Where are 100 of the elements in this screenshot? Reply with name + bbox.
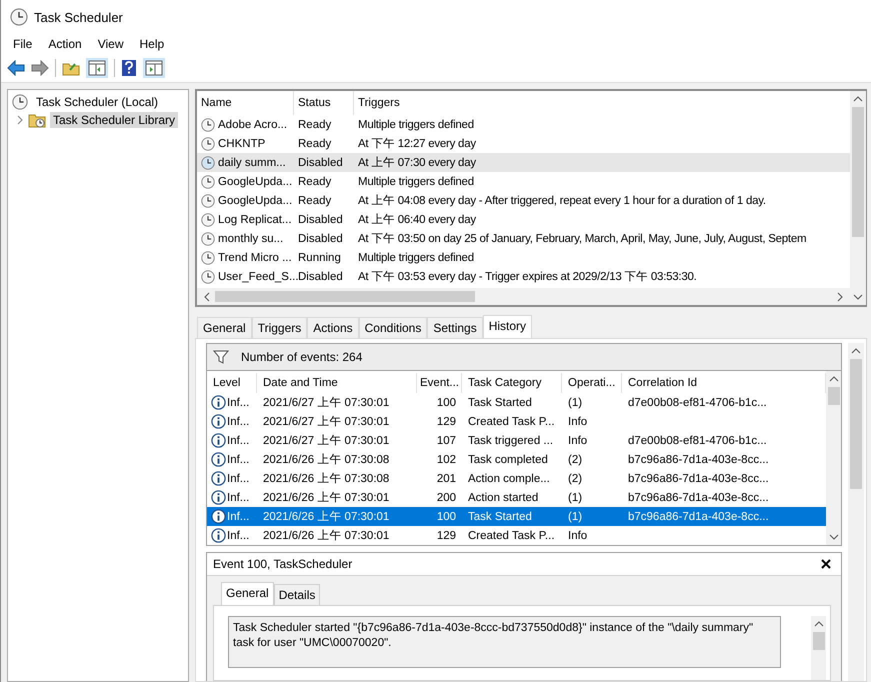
task-status: Ready bbox=[297, 194, 332, 206]
event-cell-text: 200 bbox=[436, 492, 457, 504]
event-cell-text: 102 bbox=[436, 454, 457, 466]
task-status: Ready bbox=[297, 138, 332, 150]
horizontal-scrollbar[interactable] bbox=[197, 288, 850, 305]
tree-item[interactable]: Task Scheduler Library bbox=[50, 112, 178, 128]
forward-arrow-icon[interactable] bbox=[31, 60, 49, 76]
tab[interactable]: History bbox=[482, 315, 532, 338]
event-row[interactable]: Inf... 2021/6/26 上午 07:30:01 200 Action started (1) b7c96a86-7d1a-403e-8cc... bbox=[207, 488, 826, 507]
event-level: Inf... bbox=[227, 472, 250, 484]
scrollbar-thumb[interactable] bbox=[215, 291, 475, 302]
vertical-scrollbar[interactable] bbox=[826, 371, 841, 545]
menu-item[interactable]: File bbox=[7, 37, 38, 51]
event-row[interactable]: Inf... 2021/6/26 上午 07:30:01 100 Task Started (1) b7c96a86-7d1a-403e-8cc... bbox=[207, 507, 826, 526]
task-name: monthly su... bbox=[218, 232, 284, 244]
tab[interactable]: Triggers bbox=[252, 317, 308, 338]
task-row[interactable]: Adobe Acro... Ready Multiple triggers defined bbox=[197, 115, 850, 134]
task-triggers: At 下午 12:27 every day bbox=[357, 137, 477, 151]
event-level: Inf... bbox=[227, 396, 250, 408]
event-cell-text: Action comple... bbox=[467, 472, 551, 484]
task-name: daily summ... bbox=[218, 156, 286, 168]
task-row[interactable]: monthly su... Disabled At 下午 03:50 on day 25 of January, February, March, April, May, June, July, August, Septem bbox=[197, 229, 850, 248]
task-status: Ready bbox=[297, 118, 332, 130]
clock-icon bbox=[201, 232, 215, 246]
event-row[interactable]: Inf... 2021/6/26 上午 07:30:08 201 Action comple... (2) b7c96a86-7d1a-403e-8cc... bbox=[207, 469, 826, 488]
vertical-scrollbar[interactable] bbox=[848, 343, 864, 681]
event-cell-text: 2021/6/27 上午 07:30:01 bbox=[262, 434, 390, 448]
task-row[interactable]: GoogleUpda... Ready At 上午 04:08 every day - After triggered, repeat every 1 hour for a duration of 1 day. bbox=[197, 191, 850, 210]
close-icon[interactable] bbox=[821, 559, 831, 569]
scroll-up-icon[interactable] bbox=[851, 347, 861, 355]
column-header[interactable]: Operati... bbox=[562, 373, 622, 393]
event-level: Inf... bbox=[227, 492, 250, 504]
event-level: Inf... bbox=[227, 416, 250, 428]
scrollbar-thumb[interactable] bbox=[828, 387, 840, 405]
clock-icon bbox=[201, 194, 215, 208]
scroll-right-icon[interactable] bbox=[836, 292, 844, 302]
event-cell-text: 201 bbox=[436, 472, 457, 484]
event-cell-text: 2021/6/26 上午 07:30:01 bbox=[262, 490, 390, 505]
panel-toggle-icon[interactable] bbox=[143, 58, 165, 78]
column-header[interactable]: Date and Time bbox=[257, 373, 417, 393]
menu-item[interactable]: Action bbox=[42, 37, 88, 51]
event-row[interactable]: Inf... 2021/6/26 上午 07:30:01 129 Created Task P... Info bbox=[207, 526, 826, 545]
tab[interactable]: Conditions bbox=[358, 317, 428, 338]
task-row[interactable]: User_Feed_S...Disabled At 下午 03:53 every day - Trigger expires at 2029/2/13 下午 03:53:30. bbox=[197, 267, 850, 286]
column-header[interactable]: Level bbox=[207, 373, 257, 393]
event-cell-text: Task completed bbox=[467, 454, 549, 466]
filter-icon[interactable] bbox=[213, 350, 229, 364]
scroll-up-icon[interactable] bbox=[828, 375, 838, 383]
column-header[interactable]: Status bbox=[294, 91, 354, 115]
task-name: User_Feed_S... bbox=[218, 270, 299, 282]
vertical-scrollbar[interactable] bbox=[850, 91, 866, 305]
scroll-down-icon[interactable] bbox=[828, 533, 838, 541]
tab[interactable]: General bbox=[197, 317, 252, 338]
event-cell-text: Info bbox=[567, 416, 588, 428]
scroll-left-icon[interactable] bbox=[203, 292, 211, 302]
scroll-up-icon[interactable] bbox=[853, 95, 863, 103]
task-name: Trend Micro ... bbox=[218, 252, 292, 264]
event-row[interactable]: Inf... 2021/6/27 上午 07:30:01 100 Task Started (1) d7e00b08-ef81-4706-b1c... bbox=[207, 393, 826, 412]
menu-item[interactable]: View bbox=[92, 37, 130, 51]
event-cell-text: Created Task P... bbox=[467, 530, 556, 542]
column-header[interactable]: Event... bbox=[417, 373, 462, 393]
task-triggers: At 上午 07:30 every day bbox=[357, 156, 477, 170]
chevron-right-icon[interactable] bbox=[16, 115, 24, 125]
panel-toggle-icon[interactable] bbox=[86, 58, 108, 78]
task-triggers: At 上午 04:08 every day - After triggered, repeat every 1 hour for a duration of 1 day. bbox=[357, 194, 767, 208]
scrollbar-thumb[interactable] bbox=[852, 107, 864, 237]
back-arrow-icon[interactable] bbox=[7, 60, 25, 76]
task-triggers: At 下午 03:53 every day - Trigger expires at 2029/2/13 下午 03:53:30. bbox=[357, 270, 698, 284]
info-icon bbox=[211, 395, 226, 410]
event-cell-text: d7e00b08-ef81-4706-b1c... bbox=[627, 396, 768, 408]
event-row[interactable]: Inf... 2021/6/27 上午 07:30:01 107 Task triggered ... Info d7e00b08-ef81-4706-b1c... bbox=[207, 431, 826, 450]
tab[interactable]: Actions bbox=[307, 317, 359, 338]
help-icon[interactable] bbox=[121, 59, 137, 77]
column-header[interactable]: Triggers bbox=[354, 91, 850, 115]
clock-icon bbox=[12, 94, 28, 110]
scrollbar-thumb[interactable] bbox=[850, 359, 862, 489]
clock-icon bbox=[201, 212, 215, 226]
column-header[interactable]: Task Category bbox=[462, 373, 562, 393]
event-level: Inf... bbox=[227, 510, 250, 522]
task-status: Disabled bbox=[297, 232, 344, 244]
scroll-down-icon[interactable] bbox=[853, 293, 863, 301]
task-row[interactable]: GoogleUpda... Ready Multiple triggers defined bbox=[197, 172, 850, 191]
task-row[interactable]: CHKNTP Ready At 下午 12:27 every day bbox=[197, 134, 850, 153]
scroll-up-icon[interactable] bbox=[814, 620, 824, 628]
tab[interactable]: General bbox=[221, 582, 274, 605]
task-row[interactable]: Trend Micro ... Running Multiple triggers defined bbox=[197, 248, 850, 267]
event-cell-text: Created Task P... bbox=[467, 416, 556, 428]
event-row[interactable]: Inf... 2021/6/27 上午 07:30:01 129 Created Task P... Info bbox=[207, 412, 826, 431]
tab[interactable]: Settings bbox=[427, 317, 483, 338]
event-row[interactable]: Inf... 2021/6/26 上午 07:30:08 102 Task completed (2) b7c96a86-7d1a-403e-8cc... bbox=[207, 450, 826, 469]
task-row[interactable]: daily summ... Disabled At 上午 07:30 every day bbox=[197, 153, 850, 172]
event-level: Inf... bbox=[227, 530, 250, 542]
scrollbar-thumb[interactable] bbox=[812, 632, 824, 650]
vertical-scrollbar[interactable] bbox=[811, 616, 826, 680]
tree-item[interactable]: Task Scheduler (Local) bbox=[33, 94, 162, 110]
event-cell-text: Action started bbox=[467, 492, 540, 504]
menu-item[interactable]: Help bbox=[134, 37, 170, 51]
column-header[interactable]: Name bbox=[197, 91, 294, 115]
event-cell-text: 107 bbox=[436, 434, 457, 446]
task-row[interactable]: Log Replicat... Disabled At 上午 06:40 every day bbox=[197, 210, 850, 229]
